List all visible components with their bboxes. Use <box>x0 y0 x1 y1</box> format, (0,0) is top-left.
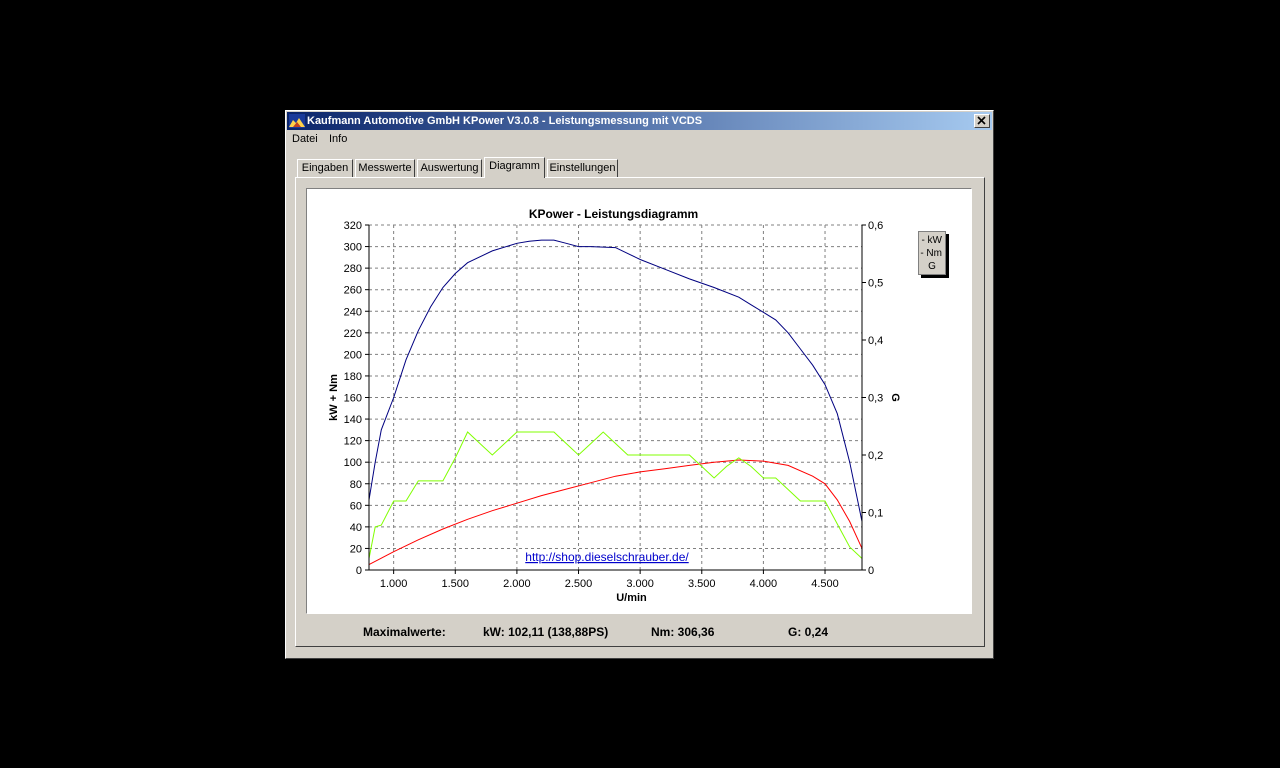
max-values-label: Maximalwerte: <box>363 625 446 639</box>
y-tick-label: 180 <box>344 371 362 383</box>
x-tick-label: 2.500 <box>565 578 593 590</box>
y-tick-label: 20 <box>350 543 362 555</box>
x-axis-label: U/min <box>616 592 647 604</box>
y2-axis-label: G <box>889 393 901 402</box>
x-tick-label: 4.000 <box>750 578 778 590</box>
y-tick-label: 300 <box>344 242 362 254</box>
axes-layer <box>365 224 866 574</box>
x-tick-label: 1.500 <box>442 578 470 590</box>
y-tick-label: 120 <box>344 436 362 448</box>
legend-item-nm: - Nm <box>920 248 942 259</box>
power-chart: 0 20 40 60 80 100 120 140 160 180 200 220 240 260 280 3… <box>328 207 901 604</box>
chart-area: 0 20 40 60 80 100 120 140 160 180 200 220 240 260 280 3… <box>306 188 972 614</box>
close-icon <box>977 116 986 125</box>
series-line-g <box>368 431 863 559</box>
y2-tick-label: 0,1 <box>868 508 883 520</box>
y2-tick-label: 0 <box>868 565 874 577</box>
y-tick-label: 0 <box>356 565 362 577</box>
diagramm-panel: 0 20 40 60 80 100 120 140 160 180 200 220 240 260 280 3… <box>295 177 985 647</box>
y2-tick-label: 0,5 <box>868 278 883 290</box>
x-tick-label: 2.000 <box>503 578 531 590</box>
chart-legend: - kW - Nm G <box>918 231 946 275</box>
series-layer <box>368 239 863 566</box>
menu-bar: Datei Info <box>287 131 992 149</box>
y-tick-label: 200 <box>344 349 362 361</box>
series-line-nm <box>368 239 863 522</box>
y2-tick-label: 0,2 <box>868 450 883 462</box>
y-tick-label: 160 <box>344 393 362 405</box>
y-tick-label: 320 <box>344 220 362 232</box>
grid-lines <box>369 224 862 571</box>
x-tick-label: 4.500 <box>811 578 839 590</box>
y-tick-label: 40 <box>350 522 362 534</box>
menu-datei[interactable]: Datei <box>292 133 318 145</box>
y2-tick-label: 0,3 <box>868 393 883 405</box>
window-title: Kaufmann Automotive GmbH KPower V3.0.8 -… <box>307 115 703 127</box>
title-bar: Kaufmann Automotive GmbH KPower V3.0.8 -… <box>287 112 992 130</box>
x-tick-label: 3.000 <box>626 578 654 590</box>
menu-info[interactable]: Info <box>329 133 347 145</box>
max-nm-value: Nm: 306,36 <box>651 625 715 639</box>
x-tick-label: 1.000 <box>380 578 408 590</box>
tab-diagramm[interactable]: Diagramm <box>484 157 545 178</box>
app-logo-icon <box>289 114 305 128</box>
max-kw-value: kW: 102,11 (138,88PS) <box>483 625 609 639</box>
tab-eingaben[interactable]: Eingaben <box>297 159 353 177</box>
tab-messwerte[interactable]: Messwerte <box>355 159 415 177</box>
y-tick-label: 260 <box>344 285 362 297</box>
tab-auswertung[interactable]: Auswertung <box>417 159 482 177</box>
tick-labels: 0 20 40 60 80 100 120 140 160 180 200 220 240 260 280 3… <box>328 207 901 604</box>
y-tick-label: 220 <box>344 328 362 340</box>
chart-title: KPower - Leistungsdiagramm <box>529 207 698 221</box>
close-button[interactable] <box>974 114 990 128</box>
y-tick-label: 240 <box>344 306 362 318</box>
y2-tick-label: 0,4 <box>868 335 883 347</box>
y-tick-label: 100 <box>344 457 362 469</box>
legend-item-g: G <box>928 261 936 272</box>
y-tick-label: 60 <box>350 500 362 512</box>
y-tick-label: 140 <box>344 414 362 426</box>
shop-link[interactable]: http://shop.dieselschrauber.de/ <box>525 550 689 564</box>
y-tick-label: 280 <box>344 263 362 275</box>
y-tick-label: 80 <box>350 479 362 491</box>
tab-einstellungen[interactable]: Einstellungen <box>547 159 618 177</box>
max-values-bar: Maximalwerte: kW: 102,11 (138,88PS) Nm: … <box>296 617 986 645</box>
app-window: Kaufmann Automotive GmbH KPower V3.0.8 -… <box>285 110 994 659</box>
max-g-value: G: 0,24 <box>788 625 829 639</box>
legend-item-kw: - kW <box>921 235 942 246</box>
x-tick-label: 3.500 <box>688 578 716 590</box>
y-axis-label: kW + Nm <box>328 374 340 421</box>
y2-tick-label: 0,6 <box>868 220 883 232</box>
